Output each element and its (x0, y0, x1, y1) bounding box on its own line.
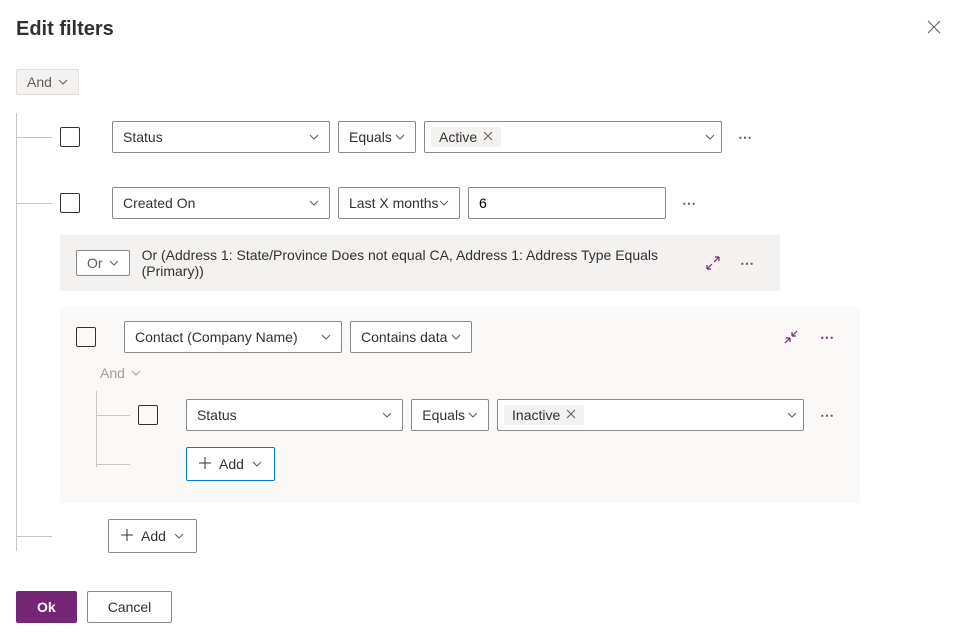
related-container-row: Contact (Company Name) Contains data ⋯ (36, 299, 945, 511)
value-input[interactable] (468, 187, 666, 219)
chevron-down-icon (382, 412, 392, 418)
add-row: Add (114, 439, 844, 489)
row-more-actions[interactable]: ⋯ (730, 125, 762, 150)
chevron-down-icon (439, 200, 449, 206)
chevron-down-icon (705, 134, 715, 140)
add-button[interactable]: Add (108, 519, 197, 553)
row-checkbox[interactable] (76, 327, 96, 347)
dialog-header: Edit filters (16, 16, 945, 43)
chevron-down-icon (451, 334, 461, 340)
expand-icon[interactable] (706, 256, 720, 270)
value-token: Active (431, 127, 501, 147)
cancel-button[interactable]: Cancel (87, 591, 173, 623)
operator-label: Equals (349, 129, 395, 145)
add-label: Add (141, 528, 166, 544)
related-entity-label: Contact (Company Name) (135, 329, 321, 345)
add-row: Add (36, 511, 945, 561)
dialog-title: Edit filters (16, 18, 114, 41)
value-token: Inactive (504, 405, 584, 425)
nested-operator-selector[interactable]: And (100, 365, 141, 381)
plus-icon (199, 456, 211, 472)
collapse-icon[interactable] (784, 330, 798, 344)
chevron-down-icon (395, 134, 405, 140)
chevron-down-icon (309, 200, 319, 206)
condition-tree: Status Equals Active ⋯ Created (16, 113, 945, 561)
root-operator-label: And (27, 74, 52, 90)
chevron-down-icon (174, 533, 184, 539)
operator-selector[interactable]: Last X months (338, 187, 460, 219)
group-container-row: Or Or (Address 1: State/Province Does no… (36, 227, 945, 299)
row-more-actions[interactable]: ⋯ (674, 191, 706, 216)
field-label: Status (123, 129, 309, 145)
chevron-down-icon (309, 134, 319, 140)
group-operator-label: Or (87, 255, 103, 271)
plus-icon (121, 528, 133, 544)
group-operator-selector[interactable]: Or (76, 250, 130, 276)
row-more-actions[interactable]: ⋯ (812, 403, 844, 428)
dialog-footer: Ok Cancel (16, 591, 945, 623)
row-checkbox[interactable] (60, 193, 80, 213)
row-checkbox[interactable] (60, 127, 80, 147)
row-checkbox[interactable] (138, 405, 158, 425)
field-selector[interactable]: Created On (112, 187, 330, 219)
close-icon[interactable] (923, 16, 945, 43)
remove-token-icon[interactable] (566, 408, 576, 422)
nested-tree: Status Equals Inactive (96, 391, 844, 489)
value-token-label: Inactive (512, 407, 560, 423)
chevron-down-icon (252, 461, 262, 467)
operator-selector[interactable]: Equals (338, 121, 416, 153)
field-selector[interactable]: Status (186, 399, 403, 431)
root-filter-group: And Status Equals Active (16, 69, 945, 561)
add-button[interactable]: Add (186, 447, 275, 481)
group-summary: Or (Address 1: State/Province Does not e… (142, 247, 694, 279)
root-operator-selector[interactable]: And (16, 69, 79, 95)
value-token-label: Active (439, 129, 477, 145)
remove-token-icon[interactable] (483, 130, 493, 144)
related-entity-group: Contact (Company Name) Contains data ⋯ (60, 307, 860, 503)
related-condition-selector[interactable]: Contains data (350, 321, 472, 353)
field-label: Status (197, 407, 382, 423)
ok-button[interactable]: Ok (16, 591, 77, 623)
field-selector[interactable]: Status (112, 121, 330, 153)
value-field[interactable]: Inactive (497, 399, 804, 431)
related-entity-selector[interactable]: Contact (Company Name) (124, 321, 342, 353)
related-header: Contact (Company Name) Contains data ⋯ (76, 321, 844, 353)
related-actions: ⋯ (784, 325, 844, 350)
chevron-down-icon (468, 412, 478, 418)
group-header: Or Or (Address 1: State/Province Does no… (76, 247, 764, 279)
operator-selector[interactable]: Equals (411, 399, 489, 431)
condition-row: Status Equals Inactive (114, 391, 844, 439)
group-more-actions[interactable]: ⋯ (732, 251, 764, 276)
chevron-down-icon (58, 79, 68, 85)
condition-row: Status Equals Active ⋯ (36, 113, 945, 161)
value-field[interactable]: Active (424, 121, 722, 153)
or-group: Or Or (Address 1: State/Province Does no… (60, 235, 780, 291)
nested-operator-label: And (100, 365, 125, 381)
related-more-actions[interactable]: ⋯ (812, 325, 844, 350)
condition-row: Created On Last X months ⋯ (36, 179, 945, 227)
related-condition-label: Contains data (361, 329, 451, 345)
field-label: Created On (123, 195, 309, 211)
add-label: Add (219, 456, 244, 472)
chevron-down-icon (787, 412, 797, 418)
chevron-down-icon (109, 260, 119, 266)
operator-label: Last X months (349, 195, 439, 211)
operator-label: Equals (422, 407, 468, 423)
chevron-down-icon (131, 370, 141, 376)
nested-inner: And Status Equals (76, 365, 844, 489)
chevron-down-icon (321, 334, 331, 340)
